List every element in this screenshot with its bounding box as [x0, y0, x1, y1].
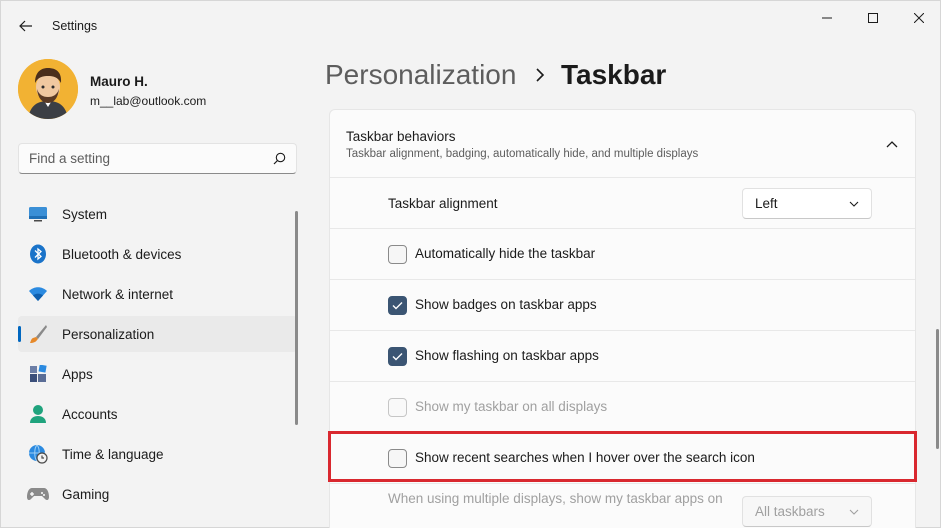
dropdown-value: Left: [755, 196, 778, 211]
flashing-row: Show flashing on taskbar apps: [330, 331, 915, 382]
search-box[interactable]: [18, 143, 297, 174]
close-button[interactable]: [896, 1, 941, 35]
person-icon: [27, 403, 49, 425]
sidebar-item-bluetooth[interactable]: Bluetooth & devices: [18, 236, 297, 272]
taskbar-alignment-row: Taskbar alignment Left: [330, 178, 915, 229]
sidebar-item-label: System: [62, 206, 108, 222]
app-title: Settings: [52, 19, 98, 33]
sidebar-item-time-language[interactable]: Time & language: [18, 436, 297, 472]
chevron-down-icon: [849, 201, 859, 207]
search-icon: [273, 152, 286, 165]
sidebar-item-accounts[interactable]: Accounts: [18, 396, 297, 432]
sidebar-item-personalization[interactable]: Personalization: [18, 316, 297, 352]
maximize-button[interactable]: [850, 1, 896, 35]
wifi-icon: [27, 283, 49, 305]
sidebar-item-label: Time & language: [62, 446, 164, 462]
minimize-button[interactable]: [804, 1, 850, 35]
flashing-label[interactable]: Show flashing on taskbar apps: [415, 348, 599, 363]
taskbar-alignment-dropdown[interactable]: Left: [742, 188, 872, 219]
chevron-up-icon[interactable]: [882, 136, 902, 152]
sidebar-item-gaming[interactable]: Gaming: [18, 476, 297, 512]
bluetooth-icon: [27, 243, 49, 265]
chevron-down-icon: [849, 509, 859, 515]
back-button[interactable]: [11, 11, 41, 41]
brush-icon: [27, 323, 49, 345]
user-avatar-icon: [18, 59, 78, 119]
monitor-icon: [27, 203, 49, 225]
page-title: Taskbar: [561, 59, 667, 90]
badges-label[interactable]: Show badges on taskbar apps: [415, 297, 597, 312]
badges-row: Show badges on taskbar apps: [330, 280, 915, 331]
content-scrollbar[interactable]: [936, 329, 939, 449]
auto-hide-label[interactable]: Automatically hide the taskbar: [415, 246, 595, 261]
sidebar-nav: System Bluetooth & devices Network & int…: [18, 196, 297, 516]
user-name: Mauro H.: [90, 74, 148, 89]
sidebar-item-label: Personalization: [62, 326, 155, 342]
badges-checkbox[interactable]: [388, 296, 407, 315]
checkmark-icon: [392, 353, 403, 361]
flashing-checkbox[interactable]: [388, 347, 407, 366]
sidebar-item-apps[interactable]: Apps: [18, 356, 297, 392]
auto-hide-checkbox[interactable]: [388, 245, 407, 264]
taskbar-alignment-label: Taskbar alignment: [388, 196, 498, 211]
all-displays-row: Show my taskbar on all displays: [330, 382, 915, 433]
sidebar-item-label: Gaming: [62, 486, 110, 502]
section-title: Taskbar behaviors: [346, 129, 456, 144]
multi-display-dropdown[interactable]: All taskbars: [742, 496, 872, 527]
back-arrow-icon: [19, 20, 32, 32]
gamepad-icon: [27, 483, 49, 505]
all-displays-checkbox[interactable]: [388, 398, 407, 417]
taskbar-behaviors-header[interactable]: Taskbar behaviors Taskbar alignment, bad…: [330, 110, 915, 178]
user-email: m__lab@outlook.com: [90, 94, 207, 108]
sidebar-item-label: Bluetooth & devices: [62, 246, 182, 262]
breadcrumb-parent[interactable]: Personalization: [325, 59, 516, 91]
multi-display-label: When using multiple displays, show my ta…: [388, 491, 723, 506]
sidebar-item-label: Apps: [62, 366, 93, 382]
dropdown-value: All taskbars: [755, 504, 825, 519]
maximize-icon: [868, 13, 878, 23]
close-icon: [914, 13, 924, 23]
avatar[interactable]: [18, 59, 78, 119]
minimize-icon: [822, 17, 832, 19]
sidebar-item-network[interactable]: Network & internet: [18, 276, 297, 312]
checkmark-icon: [392, 302, 403, 310]
sidebar-item-label: Network & internet: [62, 286, 174, 302]
highlight-box: [328, 431, 917, 482]
section-description: Taskbar alignment, badging, automaticall…: [346, 148, 699, 160]
sidebar-item-label: Accounts: [62, 406, 118, 422]
globe-clock-icon: [27, 443, 49, 465]
sidebar-item-system[interactable]: System: [18, 196, 297, 232]
chevron-right-icon: [534, 65, 546, 90]
auto-hide-row: Automatically hide the taskbar: [330, 229, 915, 280]
apps-icon: [27, 363, 49, 385]
sidebar-scrollbar[interactable]: [295, 211, 298, 425]
all-displays-label: Show my taskbar on all displays: [415, 399, 608, 414]
multi-display-row: When using multiple displays, show my ta…: [330, 484, 915, 528]
search-input[interactable]: [29, 151, 273, 166]
